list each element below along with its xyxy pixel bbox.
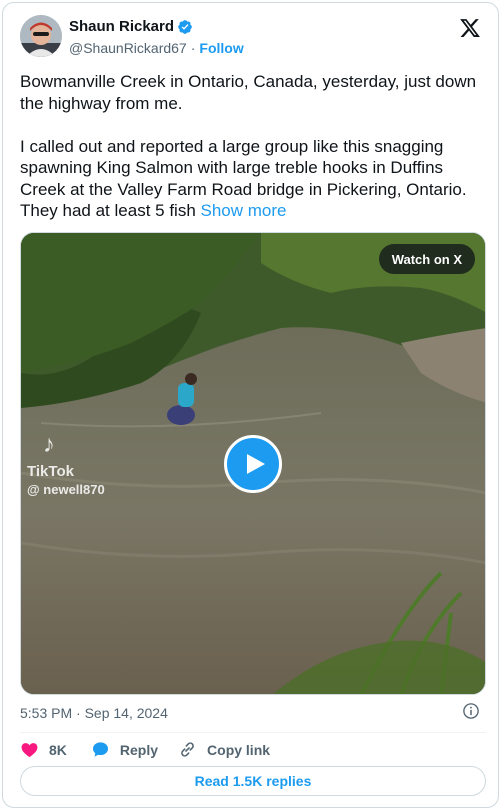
tiktok-watermark: ♪ TikTok @ newell870 — [27, 431, 105, 498]
tiktok-brand: TikTok — [27, 463, 74, 480]
tiktok-note-icon: ♪ — [43, 431, 55, 458]
copy-link-label: Copy link — [207, 741, 271, 758]
reply-bubble-icon — [92, 742, 108, 757]
divider — [20, 732, 486, 733]
info-icon[interactable] — [462, 702, 480, 720]
heart-icon — [21, 743, 38, 758]
link-icon — [181, 742, 194, 757]
read-replies-label: Read 1.5K replies — [194, 773, 312, 789]
tweet-card: Shaun Rickard @ShaunRickard67 · Follow B… — [2, 2, 499, 808]
read-replies-button[interactable]: Read 1.5K replies — [20, 766, 486, 796]
like-button[interactable]: 8K — [20, 740, 67, 759]
x-logo-icon[interactable] — [459, 17, 481, 39]
like-count: 8K — [49, 741, 67, 758]
play-button[interactable] — [224, 435, 282, 493]
tiktok-username: @ newell870 — [27, 482, 105, 497]
watch-on-x-label: Watch on X — [391, 251, 462, 267]
tweet-body: Bowmanville Creek in Ontario, Canada, ye… — [20, 72, 477, 220]
author-name-row: Shaun Rickard — [69, 18, 193, 35]
author-handle[interactable]: @ShaunRickard67 — [69, 40, 187, 56]
verified-badge-icon — [178, 19, 192, 34]
copy-link-button[interactable]: Copy link — [178, 740, 270, 759]
video-player[interactable]: Watch on X ♪ TikTok @ newell870 — [20, 232, 486, 695]
reply-button[interactable]: Reply — [91, 740, 158, 759]
follow-button[interactable]: Follow — [199, 40, 243, 56]
tweet-text: Bowmanville Creek in Ontario, Canada, ye… — [20, 71, 490, 222]
separator-dot: · — [190, 40, 196, 56]
author-handle-row: @ShaunRickard67 · Follow — [69, 40, 244, 56]
author-display-name[interactable]: Shaun Rickard — [69, 18, 174, 35]
avatar-image — [20, 15, 62, 57]
reply-label: Reply — [119, 741, 159, 758]
watch-on-x-button[interactable]: Watch on X — [378, 244, 475, 274]
tweet-timestamp[interactable]: 5:53 PM · Sep 14, 2024 — [20, 705, 168, 721]
show-more-link[interactable]: Show more — [201, 201, 287, 220]
play-icon — [247, 454, 265, 474]
avatar[interactable] — [20, 15, 62, 57]
action-bar: 8K Reply Copy link — [20, 740, 290, 759]
